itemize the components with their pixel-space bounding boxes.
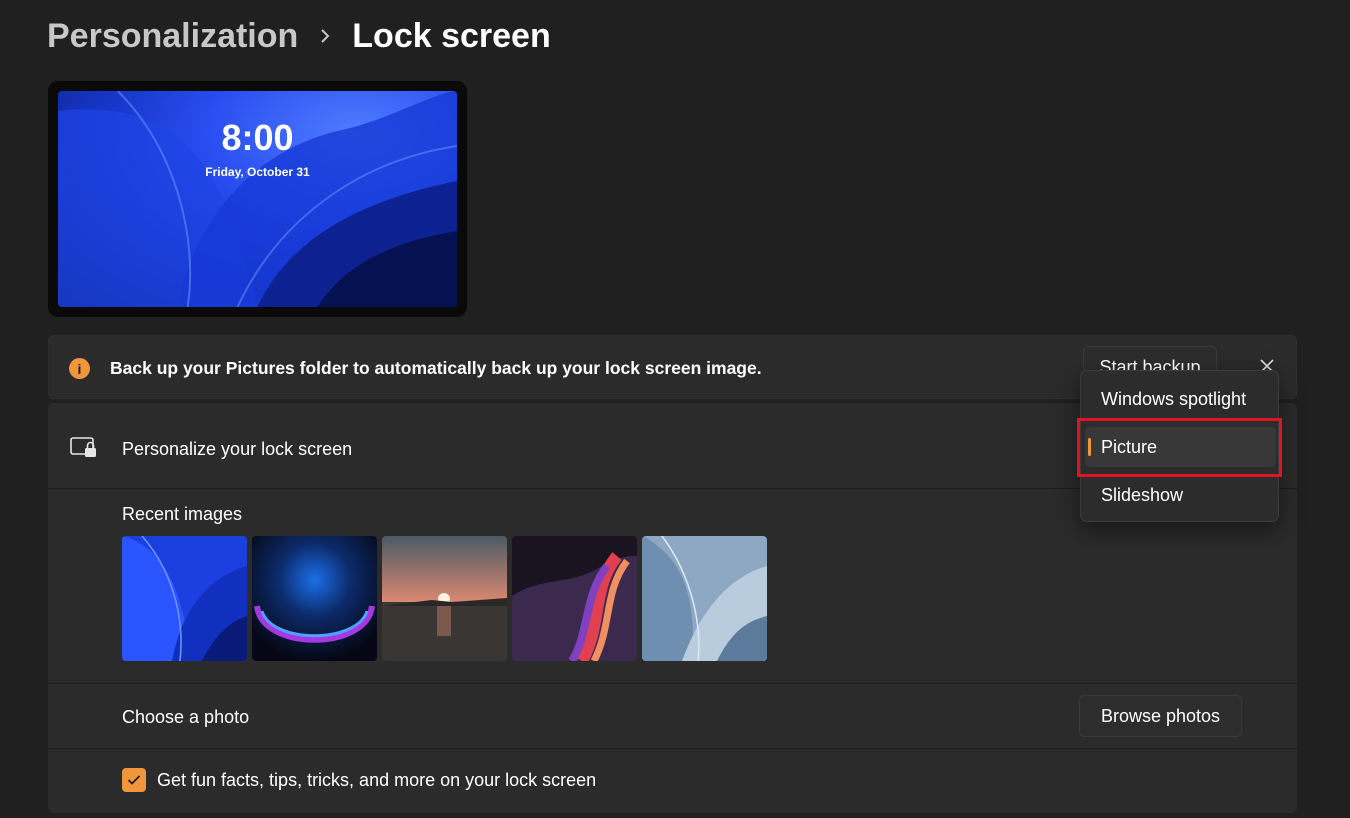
- browse-photos-button[interactable]: Browse photos: [1079, 695, 1242, 737]
- recent-image-ribbon-swirl[interactable]: [512, 536, 637, 661]
- recent-image-glow-orb[interactable]: [252, 536, 377, 661]
- recent-images-label: Recent images: [122, 504, 243, 524]
- recent-image-sunset-lake[interactable]: [382, 536, 507, 661]
- lock-screen-preview: 8:00 Friday, October 31: [48, 81, 467, 317]
- lock-screen-icon: [70, 436, 98, 465]
- recent-image-bloom-light[interactable]: [642, 536, 767, 661]
- recent-images-list: [122, 536, 767, 661]
- divider: [48, 748, 1297, 749]
- fun-facts-checkbox[interactable]: [122, 768, 146, 792]
- banner-message: Back up your Pictures folder to automati…: [110, 358, 762, 378]
- preview-time: 8:00: [221, 117, 294, 158]
- dropdown-option-slideshow[interactable]: Slideshow: [1085, 475, 1276, 515]
- page-title: Lock screen: [352, 16, 551, 55]
- choose-photo-label: Choose a photo: [122, 707, 250, 727]
- personalize-lock-screen-label: Personalize your lock screen: [122, 439, 353, 459]
- dropdown-option-windows-spotlight[interactable]: Windows spotlight: [1085, 379, 1276, 419]
- breadcrumb-parent[interactable]: Personalization: [47, 17, 298, 56]
- highlight-annotation: [1077, 418, 1282, 477]
- preview-wallpaper: 8:00 Friday, October 31: [58, 91, 457, 307]
- recent-image-bloom-blue[interactable]: [122, 536, 247, 661]
- divider: [48, 683, 1297, 684]
- breadcrumb: Personalization Lock screen: [47, 14, 551, 58]
- info-icon: i: [69, 358, 90, 379]
- fun-facts-label[interactable]: Get fun facts, tips, tricks, and more on…: [157, 770, 596, 791]
- preview-date: Friday, October 31: [205, 165, 310, 179]
- chevron-right-icon: [298, 28, 352, 44]
